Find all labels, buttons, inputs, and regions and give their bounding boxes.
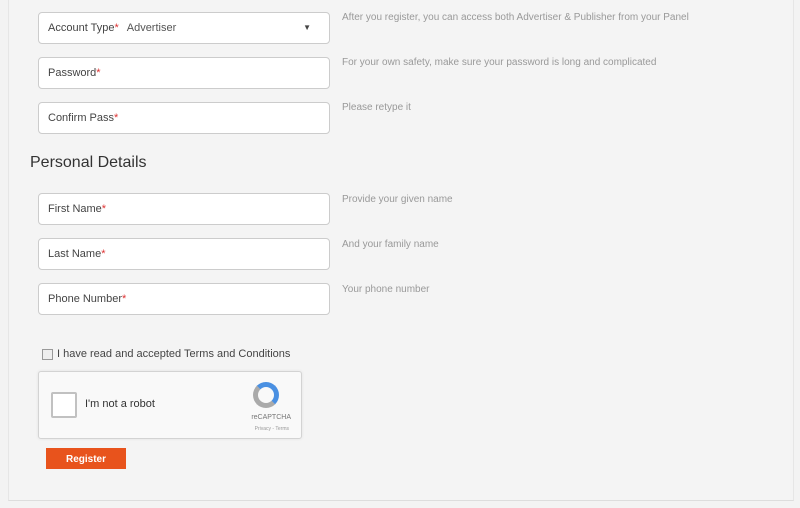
confirm-password-field[interactable]: Confirm Pass* <box>38 102 330 134</box>
last-name-placeholder: Last Name <box>48 248 102 260</box>
recaptcha-links[interactable]: Privacy - Terms <box>255 426 289 432</box>
last-name-hint: And your family name <box>342 239 439 250</box>
confirm-password-hint: Please retype it <box>342 102 411 113</box>
first-name-placeholder: First Name <box>48 203 102 215</box>
first-name-hint: Provide your given name <box>342 194 453 205</box>
terms-label[interactable]: I have read and accepted Terms and Condi… <box>57 348 290 360</box>
required-mark: * <box>101 203 107 215</box>
required-mark: * <box>114 112 119 124</box>
register-button[interactable]: Register <box>46 448 126 469</box>
recaptcha-label: I'm not a robot <box>85 398 155 410</box>
last-name-field[interactable]: Last Name* <box>38 238 330 270</box>
recaptcha-brand: reCAPTCHA <box>251 414 291 421</box>
required-mark: * <box>101 248 106 260</box>
terms-checkbox[interactable] <box>42 348 53 360</box>
phone-number-hint: Your phone number <box>342 284 430 295</box>
phone-number-placeholder: Phone Number <box>48 293 122 305</box>
required-mark: * <box>96 67 101 79</box>
chevron-down-icon: ▼ <box>303 23 311 32</box>
phone-number-field[interactable]: Phone Number* <box>38 283 330 315</box>
recaptcha-logo-icon <box>253 382 279 408</box>
required-mark: * <box>122 293 127 305</box>
password-field[interactable]: Password* <box>38 57 330 89</box>
required-mark: * <box>114 22 119 34</box>
account-type-label: Account Type <box>48 22 115 34</box>
section-title-personal-details: Personal Details <box>30 154 147 171</box>
recaptcha-checkbox[interactable] <box>51 392 77 418</box>
first-name-field[interactable]: First Name* <box>38 193 330 225</box>
account-type-select[interactable]: Account Type* Advertiser ▼ <box>38 12 330 44</box>
account-type-value: Advertiser <box>126 22 177 34</box>
account-type-hint: After you register, you can access both … <box>342 12 689 23</box>
confirm-password-placeholder: Confirm Pass <box>48 112 115 124</box>
password-hint: For your own safety, make sure your pass… <box>342 57 657 68</box>
recaptcha-widget: I'm not a robot reCAPTCHA Privacy - Term… <box>38 371 302 439</box>
password-placeholder: Password <box>48 67 97 79</box>
terms-row: I have read and accepted Terms and Condi… <box>42 348 290 360</box>
